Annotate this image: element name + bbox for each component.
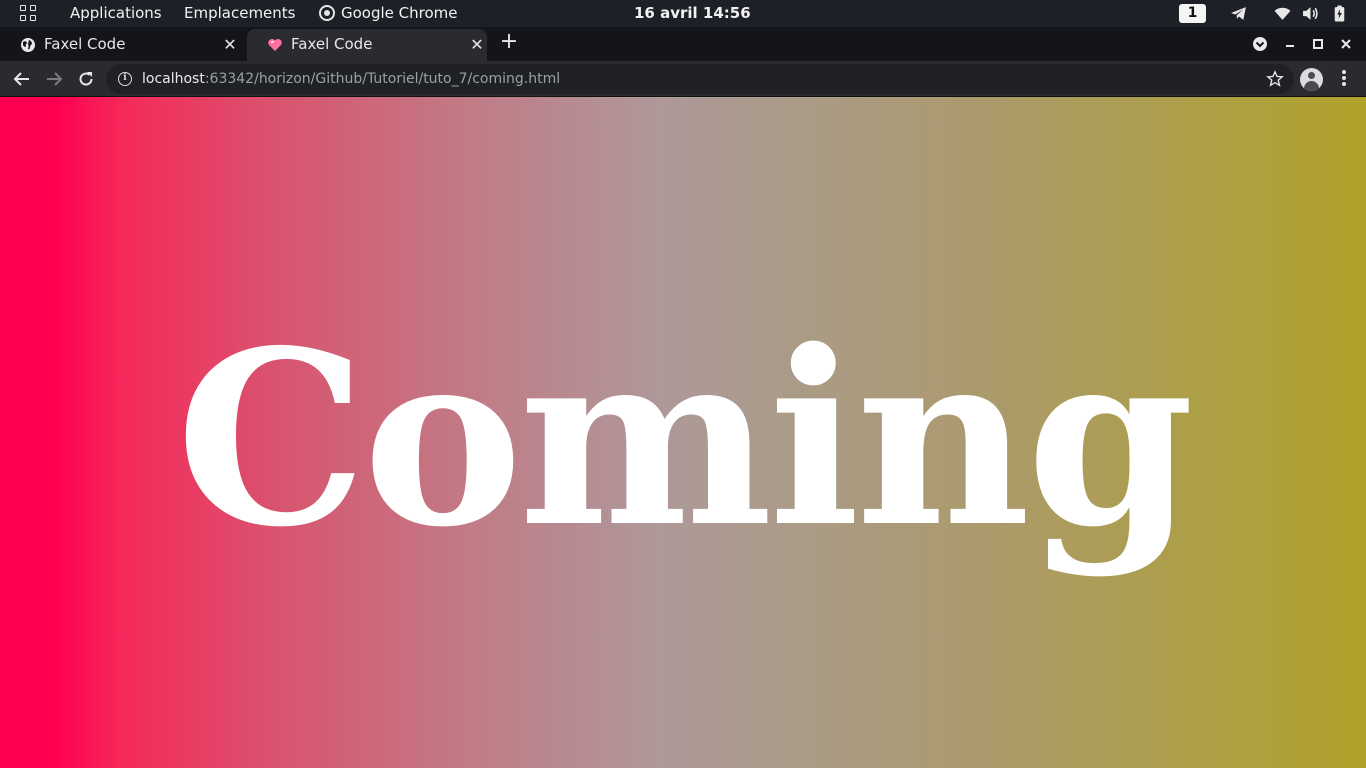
browser-toolbar: i localhost:63342/horizon/Github/Tutorie… [0,61,1366,97]
activities-grid-icon[interactable] [20,5,38,23]
wifi-icon[interactable] [1274,5,1291,22]
address-bar[interactable]: i localhost:63342/horizon/Github/Tutorie… [106,64,1294,94]
site-info-icon[interactable]: i [118,72,132,86]
clock[interactable]: 16 avril 14:56 [634,4,751,23]
active-app-menu[interactable]: Google Chrome [341,4,458,23]
minimize-icon[interactable] [1280,34,1300,54]
coming-headline: Coming [175,298,1195,580]
url-text[interactable]: localhost:63342/horizon/Github/Tutoriel/… [142,70,560,88]
battery-icon[interactable] [1331,5,1348,22]
new-tab-button[interactable]: + [498,31,520,53]
maximize-icon[interactable] [1308,34,1328,54]
bookmark-star-icon[interactable] [1266,70,1284,88]
globe-icon [21,38,35,52]
tab-title: Faxel Code [44,35,126,53]
back-arrow-icon[interactable] [12,69,32,89]
volume-icon[interactable] [1302,5,1319,22]
system-top-bar: Applications Emplacements Google Chrome … [0,0,1366,27]
reload-icon[interactable] [76,69,96,89]
tab-faxel-code-2[interactable]: Faxel Code ✕ [247,29,487,61]
workspace-indicator[interactable]: 1 [1179,4,1206,23]
tab-close-button[interactable]: ✕ [220,35,240,55]
menu-kebab-icon[interactable] [1340,70,1348,90]
chrome-app-icon [319,5,335,21]
tab-search-icon[interactable] [1250,34,1270,54]
close-window-icon[interactable] [1336,34,1356,54]
tab-faxel-code-1[interactable]: Faxel Code ✕ [0,29,240,61]
page-viewport: Coming [0,97,1366,768]
places-menu[interactable]: Emplacements [184,4,296,23]
tab-title: Faxel Code [291,35,373,53]
applications-menu[interactable]: Applications [70,4,162,23]
tab-strip: Faxel Code ✕ Faxel Code ✕ + [0,27,1366,61]
heart-icon [268,39,282,51]
tab-close-button[interactable]: ✕ [467,35,487,55]
profile-avatar[interactable] [1300,68,1323,91]
forward-arrow-icon[interactable] [44,69,64,89]
telegram-icon[interactable] [1230,5,1247,22]
